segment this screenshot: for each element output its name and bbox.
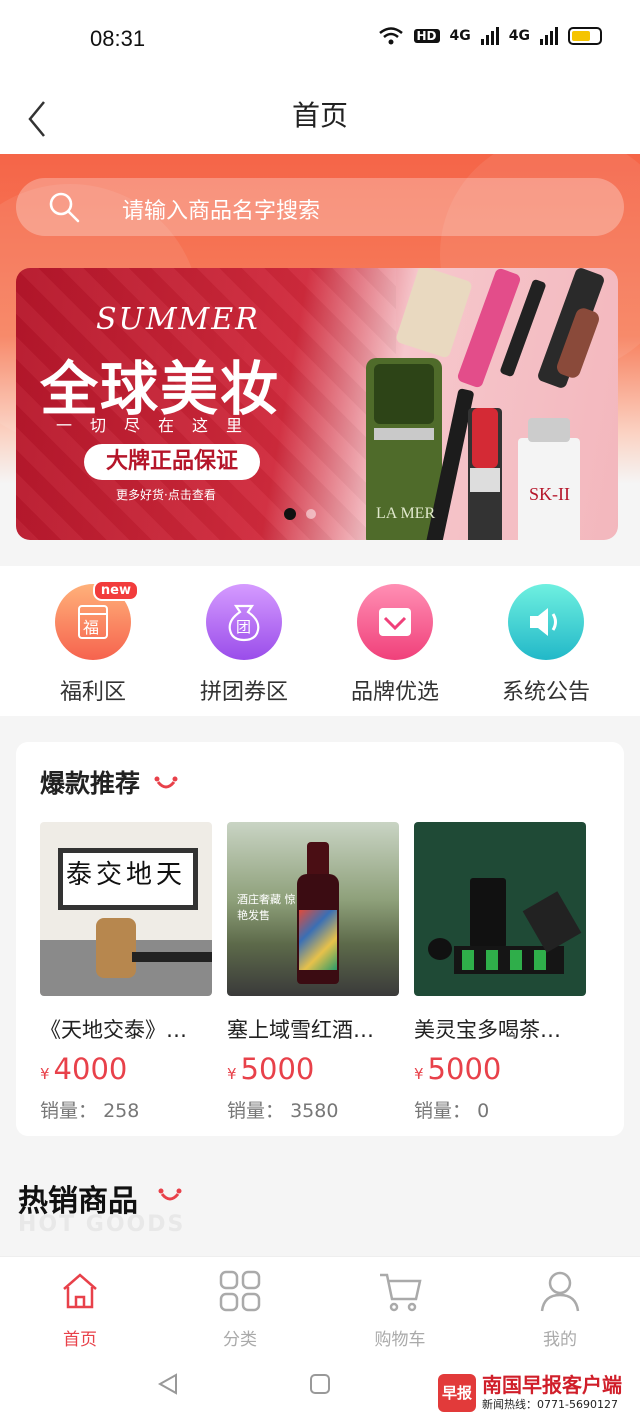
- signal-bars-icon: [480, 27, 499, 45]
- gift-icon: 福 new: [55, 580, 139, 660]
- search-placeholder: 请输入商品名字搜索: [122, 199, 321, 224]
- system-home-icon[interactable]: [308, 1372, 332, 1396]
- tab-category[interactable]: 分类: [180, 1269, 300, 1350]
- system-back-icon[interactable]: [156, 1372, 180, 1396]
- smile-icon: [154, 776, 178, 789]
- product-name: 美灵宝多喝茶…: [414, 1018, 561, 1042]
- category-icon: [219, 1270, 261, 1312]
- news-watermark: 早报 南国早报客户端 新闻热线：0771-5690127: [438, 1374, 622, 1412]
- product-price: ¥5000: [227, 1052, 315, 1086]
- status-icons: HD 4G 4G: [378, 26, 602, 46]
- hot-subtitle: HOT GOODS: [18, 1212, 186, 1237]
- banner-more: 更多好货·点击查看: [116, 488, 216, 502]
- product-image: 酒庄奢藏 惊艳发售: [227, 822, 399, 996]
- product-name: 塞上域雪红酒…: [227, 1018, 374, 1042]
- tab-bar: 首页 分类 购物车 我的: [0, 1256, 640, 1352]
- tab-profile[interactable]: 我的: [500, 1269, 620, 1350]
- product-image: [414, 822, 586, 996]
- banner-dot-active[interactable]: [284, 508, 296, 520]
- product-sales: 销量： 3580: [227, 1100, 339, 1122]
- product-sales: 销量： 258: [40, 1100, 140, 1122]
- home-icon: [63, 1273, 97, 1309]
- status-bar: 08:31 HD 4G 4G: [0, 0, 640, 80]
- quick-menu-label: 品牌优选: [350, 680, 439, 705]
- quick-menu-label: 系统公告: [501, 680, 590, 705]
- quick-menu-welfare[interactable]: 福 new 福利区: [18, 580, 168, 706]
- gift-glyph: 福: [83, 618, 100, 637]
- group-coupon-icon: 团: [206, 584, 282, 660]
- diamond-icon: [357, 584, 433, 660]
- search-icon: [49, 192, 80, 223]
- cart-icon: [380, 1273, 422, 1312]
- svg-text:SK-II: SK-II: [529, 484, 570, 504]
- watermark-name: 南国早报客户端: [482, 1373, 622, 1397]
- search-input[interactable]: 请输入商品名字搜索: [16, 178, 624, 236]
- quick-menu-brand[interactable]: 品牌优选: [320, 584, 470, 706]
- recommend-title: 爆款推荐: [40, 769, 141, 798]
- product-card[interactable]: 泰交地天 《天地交泰》… ¥4000 销量： 258: [40, 822, 212, 1123]
- new-badge: new: [92, 580, 139, 601]
- watermark-hotline: 新闻热线：0771-5690127: [482, 1398, 618, 1411]
- product-price: ¥4000: [40, 1052, 128, 1086]
- quick-menu-notice[interactable]: 系统公告: [471, 584, 621, 706]
- product-price: ¥5000: [414, 1052, 502, 1086]
- watermark-logo: 早报: [438, 1374, 476, 1412]
- svg-text:LA MER: LA MER: [376, 505, 435, 522]
- user-icon: [540, 1271, 580, 1312]
- group-glyph: 团: [236, 618, 252, 636]
- wifi-icon: [378, 27, 403, 45]
- status-time: 08:31: [90, 26, 146, 51]
- speaker-icon: [508, 584, 584, 660]
- product-sales: 销量： 0: [414, 1100, 490, 1122]
- banner-pill: 大牌正品保证: [84, 444, 260, 480]
- tab-label: 首页: [63, 1330, 97, 1350]
- quick-menu: 福 new 福利区 团 拼团券区 品牌优选 系统公告: [0, 566, 640, 716]
- quick-menu-label: 福利区: [59, 680, 126, 705]
- signal-4g-icon-2: 4G: [508, 28, 530, 44]
- product-image: 泰交地天: [40, 822, 212, 996]
- quick-menu-label: 拼团券区: [199, 680, 288, 705]
- battery-icon: [568, 27, 602, 45]
- tab-cart[interactable]: 购物车: [340, 1269, 460, 1350]
- banner-dot[interactable]: [306, 509, 316, 519]
- hd-badge: HD: [413, 29, 440, 43]
- product-card[interactable]: 酒庄奢藏 惊艳发售 塞上域雪红酒… ¥5000 销量： 3580: [227, 822, 399, 1123]
- cosmetics-image: SK-II LA MER: [366, 268, 604, 540]
- product-card[interactable]: 美灵宝多喝茶… ¥5000 销量： 0: [414, 822, 586, 1123]
- smile-icon: [158, 1188, 182, 1201]
- calligraphy-text: 泰交地天: [66, 860, 187, 890]
- product-name: 《天地交泰》…: [40, 1018, 187, 1042]
- tab-label: 分类: [223, 1330, 257, 1350]
- recommend-section: 爆款推荐 泰交地天 《天地交泰》… ¥4000 销量： 258 酒庄奢藏 惊艳发…: [16, 742, 624, 1136]
- signal-bars-icon-2: [540, 27, 558, 45]
- wine-img-text: 酒庄奢藏 惊艳发售: [237, 893, 296, 922]
- tab-home[interactable]: 首页: [20, 1269, 140, 1350]
- tab-label: 购物车: [374, 1330, 426, 1350]
- banner-subtitle: 一切尽在这里: [56, 416, 261, 435]
- banner-summer: SUMMER: [96, 302, 260, 337]
- signal-4g-icon: 4G: [449, 28, 471, 44]
- tab-label: 我的: [543, 1330, 577, 1350]
- quick-menu-group-coupon[interactable]: 团 拼团券区: [169, 584, 319, 706]
- nav-bar: 首页: [0, 80, 640, 154]
- promo-banner[interactable]: SUMMER 全球美妆 一切尽在这里 大牌正品保证 更多好货·点击查看 SK-I…: [16, 268, 618, 540]
- page-title: 首页: [291, 99, 348, 132]
